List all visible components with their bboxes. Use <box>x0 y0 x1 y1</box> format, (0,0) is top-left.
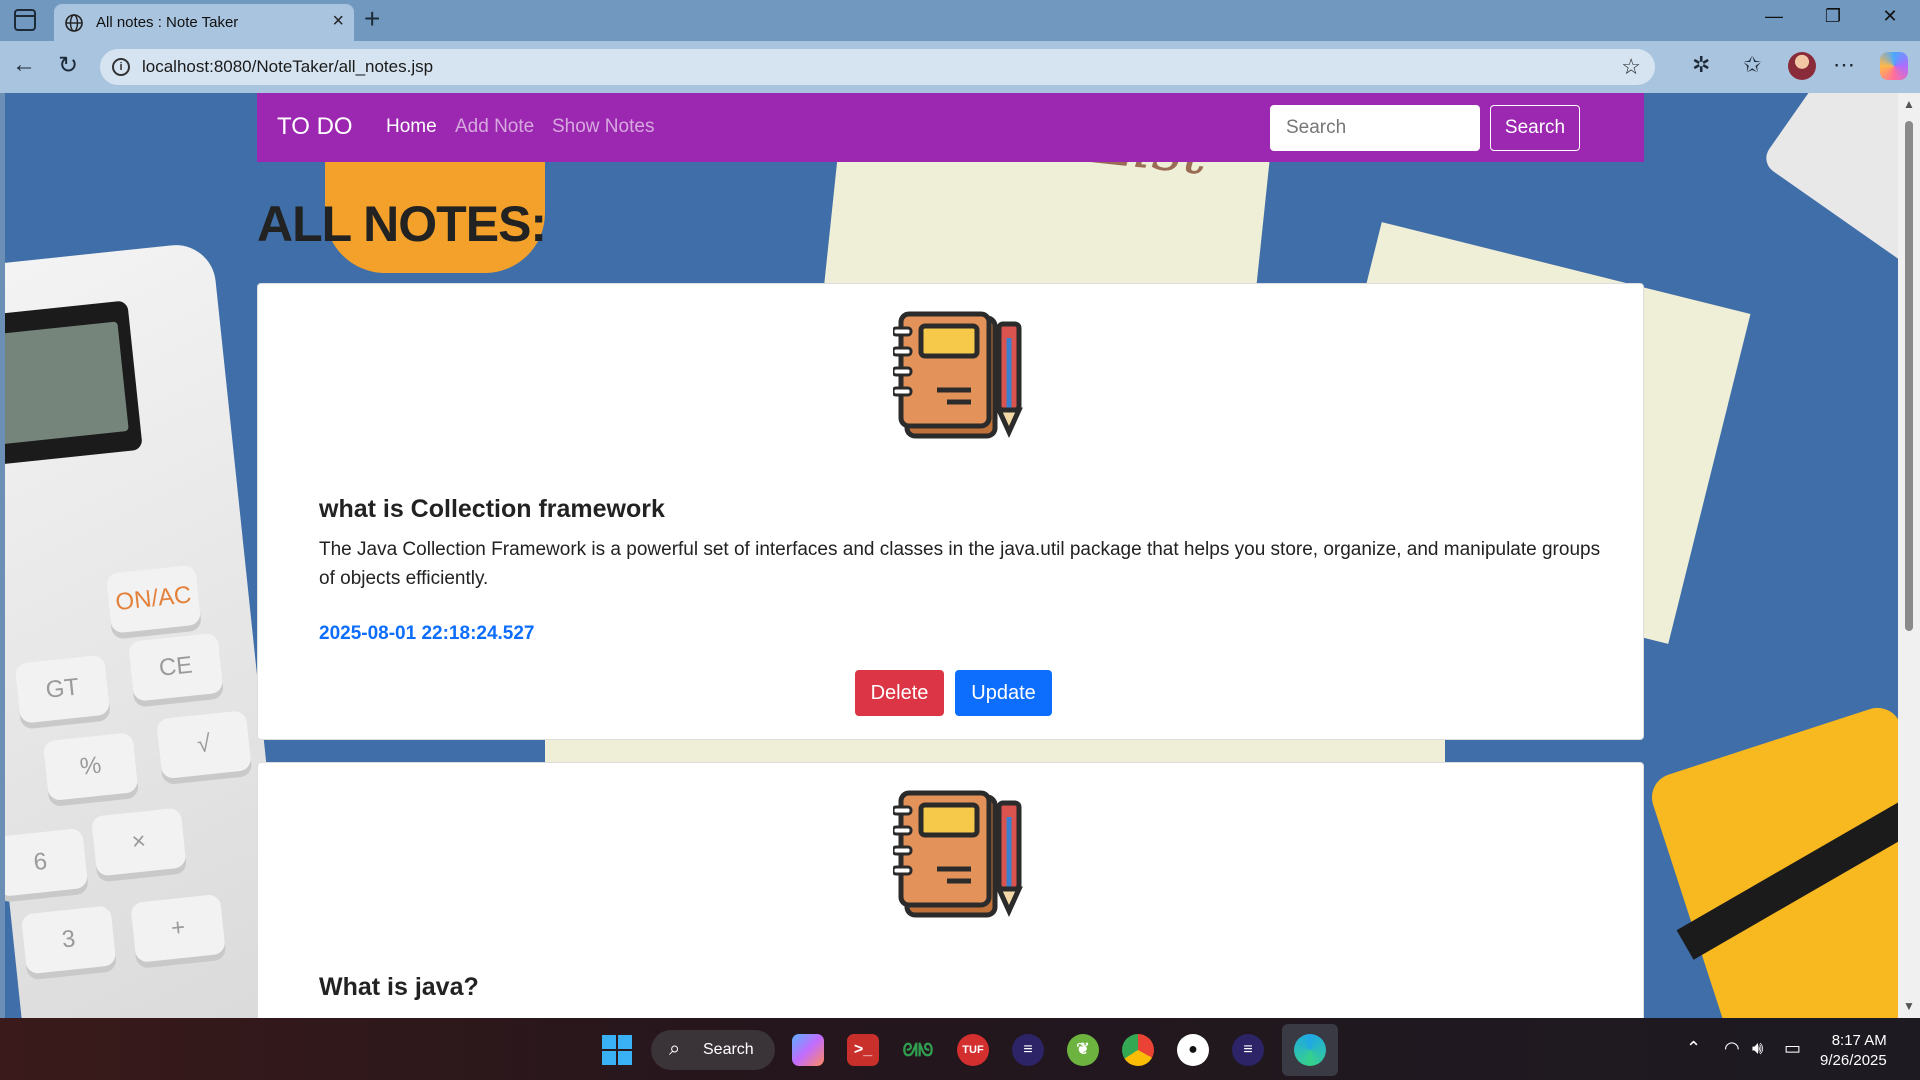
globe-icon <box>65 14 83 32</box>
wifi-icon[interactable]: ◠ <box>1724 1038 1740 1059</box>
search-button[interactable]: Search <box>1490 105 1580 151</box>
github-app-icon[interactable]: ● <box>1177 1034 1209 1066</box>
page-title: ALL NOTES: <box>257 196 547 252</box>
url-text[interactable]: localhost:8080/NoteTaker/all_notes.jsp <box>142 57 433 77</box>
close-tab-icon[interactable]: × <box>332 10 344 33</box>
geeksforgeeks-app-icon[interactable]: ᘛᘚ <box>902 1034 934 1066</box>
calculator-screen <box>5 300 143 468</box>
page-viewport: To Do List ON/AC GT CE % √ × 6 3 + TO DO… <box>5 93 1898 1018</box>
favorites-icon[interactable]: ✩ <box>1743 52 1761 78</box>
address-bar[interactable]: i localhost:8080/NoteTaker/all_notes.jsp… <box>100 49 1655 85</box>
edge-app-icon[interactable] <box>1294 1034 1326 1066</box>
nav-link-home[interactable]: Home <box>386 116 437 138</box>
more-options-icon[interactable]: ⋯ <box>1833 52 1855 78</box>
eclipse-app-icon[interactable]: ≡ <box>1012 1034 1044 1066</box>
background-calculator: ON/AC GT CE % √ × 6 3 + <box>5 241 298 1018</box>
calc-key: × <box>90 807 187 877</box>
taskbar-search-label: Search <box>703 1041 754 1058</box>
page-scrollbar[interactable]: ▲ ▼ <box>1898 93 1920 1018</box>
delete-button[interactable]: Delete <box>855 670 944 716</box>
clock-time: 8:17 AM <box>1831 1032 1887 1049</box>
browser-tab[interactable]: All notes : Note Taker × <box>54 4 354 41</box>
note-card: What is java? <box>257 762 1644 1018</box>
back-arrow-icon[interactable]: ← <box>12 51 36 79</box>
calc-key: CE <box>127 632 224 702</box>
navbar-brand[interactable]: TO DO <box>277 113 353 141</box>
battery-icon[interactable]: ▭ <box>1784 1038 1801 1059</box>
note-title: what is Collection framework <box>319 495 665 523</box>
sidebar-toggle-icon[interactable] <box>14 9 36 31</box>
minimize-icon[interactable]: — <box>1754 6 1794 27</box>
calc-key: GT <box>14 654 111 724</box>
windows-taskbar: ⌕ Search >_ ᘛᘚ TUF ≡ ❦ ● ≡ ⌃ ◠ 🔊︎ ▭ 8:17… <box>0 1018 1920 1080</box>
nav-link-add-note[interactable]: Add Note <box>455 116 534 138</box>
taskbar-clock[interactable]: 8:17 AM 9/26/2025 <box>1820 1031 1887 1071</box>
windows-start-icon[interactable] <box>602 1035 632 1065</box>
site-info-icon[interactable]: i <box>112 58 130 76</box>
notebook-pencil-icon <box>893 790 1023 918</box>
scroll-down-icon[interactable]: ▼ <box>1903 999 1915 1013</box>
restore-icon[interactable]: ❐ <box>1813 6 1853 27</box>
scroll-up-icon[interactable]: ▲ <box>1903 97 1915 111</box>
clock-date: 9/26/2025 <box>1820 1052 1887 1069</box>
calc-key: % <box>42 732 139 802</box>
tuf-app-icon[interactable]: TUF <box>957 1034 989 1066</box>
browser-tab-bar: All notes : Note Taker × + — ❐ ✕ <box>0 0 1920 41</box>
volume-icon[interactable]: 🔊︎ <box>1752 1038 1763 1059</box>
top-navbar: TO DO Home Add Note Show Notes Search <box>257 93 1644 162</box>
eclipse-app-icon-2[interactable]: ≡ <box>1232 1034 1264 1066</box>
note-title: What is java? <box>319 973 479 1001</box>
calc-key: 6 <box>5 827 89 897</box>
nav-link-show-notes[interactable]: Show Notes <box>552 116 654 138</box>
note-card: what is Collection framework The Java Co… <box>257 283 1644 740</box>
copilot-app-icon[interactable] <box>792 1034 824 1066</box>
tab-title: All notes : Note Taker <box>96 14 239 31</box>
note-date: 2025-08-01 22:18:24.527 <box>319 623 535 644</box>
notebook-pencil-icon <box>893 311 1023 439</box>
address-bar-row: ← ↻ i localhost:8080/NoteTaker/all_notes… <box>0 41 1920 93</box>
search-input[interactable] <box>1270 105 1480 151</box>
copilot-icon[interactable] <box>1880 52 1908 80</box>
update-button[interactable]: Update <box>955 670 1052 716</box>
chrome-app-icon[interactable] <box>1122 1034 1154 1066</box>
scroll-thumb[interactable] <box>1905 121 1913 631</box>
calc-key: 3 <box>20 905 117 975</box>
favorite-star-icon[interactable]: ☆ <box>1621 54 1641 80</box>
close-window-icon[interactable]: ✕ <box>1870 6 1910 27</box>
new-tab-icon[interactable]: + <box>364 3 380 35</box>
calc-key: ON/AC <box>105 564 202 634</box>
extensions-icon[interactable]: ✲ <box>1692 52 1710 78</box>
background-keyboard <box>1760 93 1898 277</box>
reload-icon[interactable]: ↻ <box>58 51 78 80</box>
note-content: The Java Collection Framework is a power… <box>319 539 1601 589</box>
calc-key: √ <box>156 710 252 780</box>
profile-avatar[interactable] <box>1788 52 1816 80</box>
taskbar-search[interactable]: ⌕ Search <box>651 1030 775 1070</box>
calc-key: + <box>130 893 226 963</box>
chevron-up-icon[interactable]: ⌃ <box>1686 1038 1701 1059</box>
search-icon: ⌕ <box>669 1038 681 1060</box>
spring-app-icon[interactable]: ❦ <box>1067 1034 1099 1066</box>
terminal-app-icon[interactable]: >_ <box>847 1034 879 1066</box>
